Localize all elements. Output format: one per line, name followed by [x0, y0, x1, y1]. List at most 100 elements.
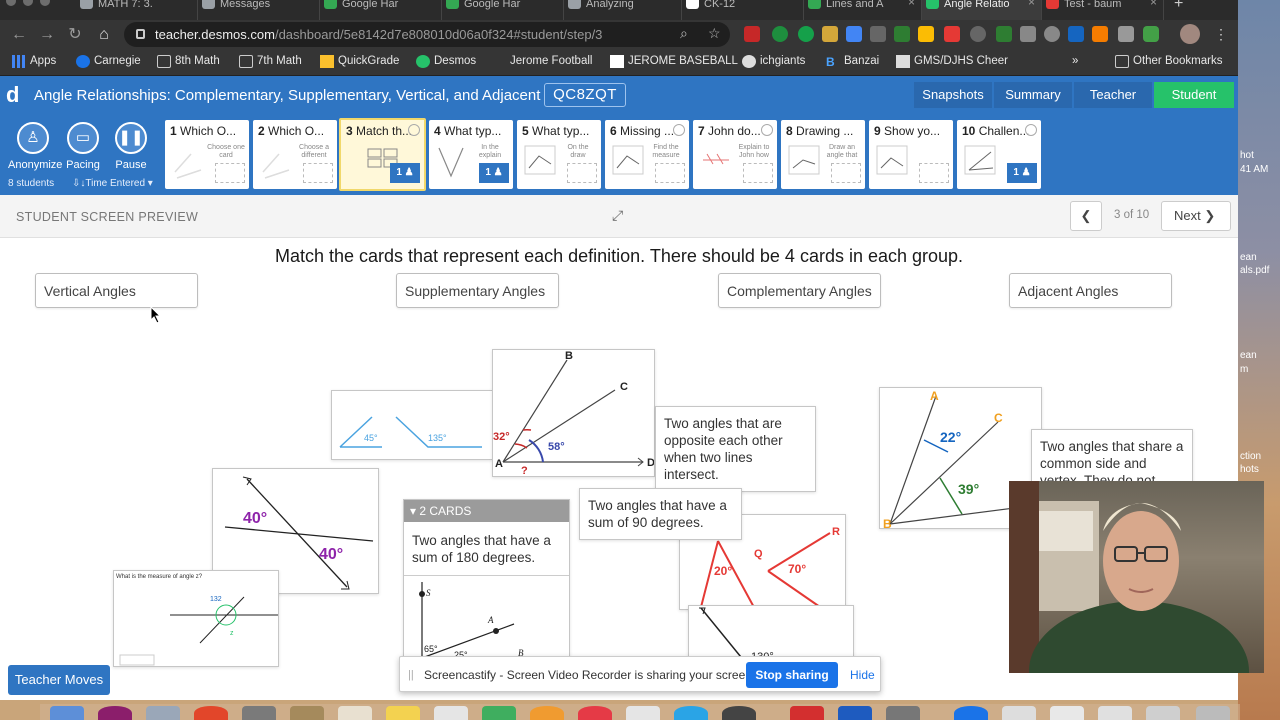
tab-teacher[interactable]: Teacher [1074, 82, 1152, 108]
trash-icon[interactable] [1196, 706, 1230, 720]
zoom-window-button[interactable] [40, 0, 50, 6]
screen-card-10[interactable]: 10 Challen... 1 ♟ [957, 120, 1041, 189]
menu-dots-icon[interactable]: ⋮ [1214, 26, 1228, 43]
extension-icon[interactable] [1092, 26, 1108, 42]
card-definition-adjacent[interactable]: Two angles that share a common side and … [1031, 429, 1193, 489]
browser-tab[interactable]: Test - baum × [1042, 0, 1164, 20]
browser-tab[interactable]: Google Har [320, 0, 442, 20]
group-adjacent-angles[interactable]: Adjacent Angles [1009, 273, 1172, 308]
next-button[interactable]: Next ❯ [1161, 201, 1231, 231]
music-icon[interactable] [578, 706, 612, 720]
group-supplementary-angles[interactable]: Supplementary Angles [396, 273, 559, 308]
bookmark-quickgrade[interactable]: QuickGrade [320, 55, 399, 68]
extension-icon[interactable] [894, 26, 910, 42]
screen-card-3-current[interactable]: 3 Match th... 1 ♟ [339, 118, 426, 191]
document-icon[interactable] [1098, 706, 1132, 720]
card-definition-sum-90[interactable]: Two angles that have a sum of 90 degrees… [579, 488, 742, 540]
extension-icon[interactable] [1118, 26, 1134, 42]
group-complementary-angles[interactable]: Complementary Angles [718, 273, 881, 308]
forward-icon[interactable]: → [37, 25, 57, 45]
app-icon[interactable] [626, 706, 660, 720]
previous-button[interactable]: ❮ [1070, 201, 1102, 231]
app-icon[interactable] [886, 706, 920, 720]
browser-tab[interactable]: Google Har [442, 0, 564, 20]
bookmark-ichgiants[interactable]: ichgiants [742, 55, 805, 68]
desmos-logo[interactable]: d [6, 82, 19, 108]
browser-tab[interactable]: Lines and A × [804, 0, 922, 20]
pacing-button[interactable]: ▭ Pacing [58, 122, 108, 171]
extension-icon[interactable] [772, 26, 788, 42]
bookmark-apps[interactable]: Apps [12, 55, 56, 68]
screen-card-8[interactable]: 8 Drawing ... Draw an angle that [781, 120, 865, 189]
profile-avatar[interactable] [1180, 24, 1200, 44]
finder-icon[interactable] [50, 706, 84, 720]
hide-button[interactable]: Hide [850, 668, 875, 682]
minimize-window-button[interactable] [23, 0, 33, 6]
card-stack-supplementary[interactable]: ▾ 2 CARDS Two angles that have a sum of … [403, 499, 570, 659]
extension-icon[interactable] [918, 26, 934, 42]
screen-card-9[interactable]: 9 Show yo... [869, 120, 953, 189]
tab-student[interactable]: Student [1154, 82, 1234, 108]
group-vertical-angles[interactable]: Vertical Angles [35, 273, 198, 308]
browser-tab-active[interactable]: Angle Relatio × [922, 0, 1042, 20]
screen-card-4[interactable]: 4 What typ... In the explain 1 ♟ [429, 120, 513, 189]
card-45-135-angles[interactable]: 45° 135° [331, 390, 493, 460]
app-icon[interactable] [242, 706, 276, 720]
numbers-icon[interactable] [482, 706, 516, 720]
close-window-button[interactable] [6, 0, 16, 6]
calendar-icon[interactable] [338, 706, 372, 720]
document-icon[interactable] [1002, 706, 1036, 720]
pause-button[interactable]: ❚❚ Pause [106, 122, 156, 171]
tab-snapshots[interactable]: Snapshots [914, 82, 992, 108]
extension-icon[interactable] [798, 26, 814, 42]
photos-icon[interactable] [530, 706, 564, 720]
browser-tab[interactable]: Analyzing [564, 0, 682, 20]
extension-icon[interactable] [1143, 26, 1159, 42]
extension-icon[interactable] [870, 26, 886, 42]
sort-dropdown[interactable]: ⇩↓Time Entered ▾ [72, 178, 153, 189]
extension-icon[interactable] [744, 26, 760, 42]
app-icon[interactable] [838, 706, 872, 720]
screen-card-5[interactable]: 5 What typ... On the draw [517, 120, 601, 189]
bookmark-8th-math[interactable]: 8th Math [157, 55, 220, 68]
browser-tab[interactable]: MATH 7: 3. [76, 0, 198, 20]
extension-icon[interactable] [1020, 26, 1036, 42]
document-icon[interactable] [1146, 706, 1180, 720]
drag-handle-icon[interactable]: || [408, 669, 414, 681]
extension-icon[interactable] [944, 26, 960, 42]
app-icon[interactable] [434, 706, 468, 720]
screen-card-1[interactable]: 1 Which O... Choose one card [165, 120, 249, 189]
bookmark-desmos[interactable]: Desmos [416, 55, 476, 68]
document-icon[interactable] [1050, 706, 1084, 720]
extension-icon[interactable] [822, 26, 838, 42]
bookmark-jerome-baseball[interactable]: JEROME BASEBALL [610, 55, 738, 68]
app-icon[interactable] [954, 706, 988, 720]
zoom-icon[interactable]: ⌕ [680, 25, 688, 42]
expand-icon[interactable]: ⤢ [612, 208, 626, 222]
app-icon[interactable] [290, 706, 324, 720]
bookmark-banzai[interactable]: B Banzai [826, 55, 879, 69]
bookmarks-overflow[interactable]: » [1072, 55, 1078, 67]
new-tab-icon[interactable]: + [1174, 0, 1183, 13]
app-store-icon[interactable] [674, 706, 708, 720]
address-bar[interactable]: teacher.desmos.com/dashboard/5e8142d7e80… [124, 22, 730, 47]
extension-icon[interactable] [1044, 26, 1060, 42]
browser-tab[interactable]: Messages [198, 0, 320, 20]
notes-icon[interactable] [386, 706, 420, 720]
back-icon[interactable]: ← [9, 25, 29, 45]
stack-header[interactable]: ▾ 2 CARDS [404, 500, 569, 522]
extension-icon[interactable] [846, 26, 862, 42]
close-tab-icon[interactable]: × [1150, 0, 1157, 8]
extension-icon[interactable] [1068, 26, 1084, 42]
bookmark-carnegie[interactable]: Carnegie [76, 55, 141, 68]
reload-icon[interactable]: ↻ [65, 25, 85, 45]
browser-tab[interactable]: CK-12 [682, 0, 804, 20]
close-tab-icon[interactable]: × [1028, 0, 1035, 8]
card-definition-opposite[interactable]: Two angles that are opposite each other … [655, 406, 816, 492]
teacher-moves-button[interactable]: Teacher Moves [8, 665, 110, 695]
home-icon[interactable]: ⌂ [94, 25, 114, 45]
bookmark-jerome-football[interactable]: Jerome Football [492, 55, 592, 67]
tab-summary[interactable]: Summary [994, 82, 1072, 108]
stop-sharing-button[interactable]: Stop sharing [746, 662, 838, 688]
bookmark-7th-math[interactable]: 7th Math [239, 55, 302, 68]
